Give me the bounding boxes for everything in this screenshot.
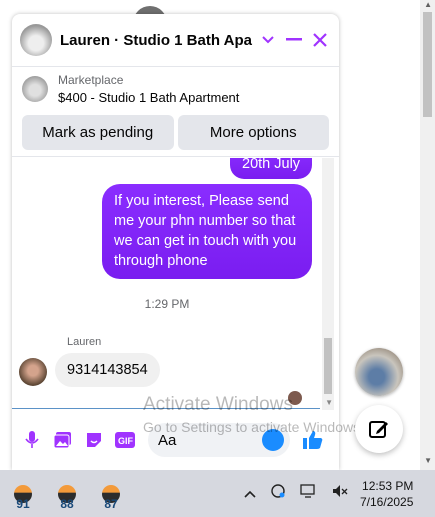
activate-windows-subtitle: Go to Settings to activate Windows. [143, 419, 364, 435]
sync-icon[interactable] [270, 483, 286, 502]
activate-windows-title: Activate Windows [143, 394, 293, 415]
listing-panel: Marketplace $400 - Studio 1 Bath Apartme… [12, 67, 339, 157]
sticker-icon[interactable] [83, 429, 105, 451]
thread-scrollbar[interactable]: ▼ [322, 158, 334, 410]
contact-avatar[interactable] [20, 24, 52, 56]
system-clock[interactable]: 12:53 PM 7/16/2025 [360, 478, 413, 510]
scroll-down-arrow-icon[interactable]: ▼ [325, 398, 333, 407]
chat-title[interactable]: Lauren · Studio 1 Bath Apa... [60, 32, 253, 49]
clock-time: 12:53 PM [362, 479, 414, 493]
microphone-icon[interactable] [21, 429, 43, 451]
gif-icon[interactable]: GIF [114, 429, 136, 451]
outgoing-message-bubble: If you interest, Please send me your phn… [102, 184, 312, 279]
listing-kind: Marketplace [58, 73, 124, 87]
chat-head-avatar[interactable] [355, 348, 403, 396]
message-thread: 20th July If you interest, Please send m… [12, 158, 322, 410]
sender-name: Lauren [67, 336, 102, 348]
minimize-icon[interactable] [283, 29, 305, 51]
sender-avatar[interactable] [19, 358, 47, 386]
page-scroll-thumb[interactable] [423, 12, 432, 117]
taskbar-app-3[interactable]: 87 [94, 477, 128, 511]
app-badge: 87 [104, 496, 118, 511]
volume-muted-icon[interactable] [332, 484, 348, 501]
more-options-button[interactable]: More options [177, 115, 329, 150]
scroll-down-arrow-icon[interactable]: ▼ [424, 456, 432, 465]
listing-name[interactable]: $400 - Studio 1 Bath Apartment [58, 90, 239, 105]
taskbar: 91 88 87 12:53 PM 7/16/2025 [0, 470, 435, 517]
chevron-up-icon[interactable] [244, 485, 256, 501]
message-timestamp: 1:29 PM [144, 297, 190, 311]
incoming-message-bubble: 9314143854 [55, 353, 160, 387]
taskbar-app-2[interactable]: 88 [50, 477, 84, 511]
taskbar-app-1[interactable]: 91 [6, 477, 40, 511]
new-message-button[interactable] [355, 405, 403, 453]
system-tray [244, 483, 348, 502]
thread-scroll-thumb[interactable] [324, 338, 332, 394]
close-icon[interactable] [309, 29, 331, 51]
scroll-up-arrow-icon[interactable]: ▲ [424, 0, 432, 9]
message-bubble-partial: 20th July [230, 158, 313, 179]
chat-header: Lauren · Studio 1 Bath Apa... [12, 14, 339, 67]
mark-as-pending-button[interactable]: Mark as pending [22, 115, 174, 150]
app-badge: 88 [60, 496, 74, 511]
clock-date: 7/16/2025 [360, 495, 414, 509]
chevron-down-icon[interactable] [257, 29, 279, 51]
compose-icon [369, 421, 388, 438]
listing-thumbnail[interactable] [22, 76, 48, 102]
app-badge: 91 [16, 496, 30, 511]
svg-text:GIF: GIF [118, 436, 134, 446]
photo-icon[interactable] [52, 429, 74, 451]
network-icon[interactable] [300, 484, 318, 501]
page-scrollbar[interactable]: ▲ ▼ [420, 0, 435, 470]
